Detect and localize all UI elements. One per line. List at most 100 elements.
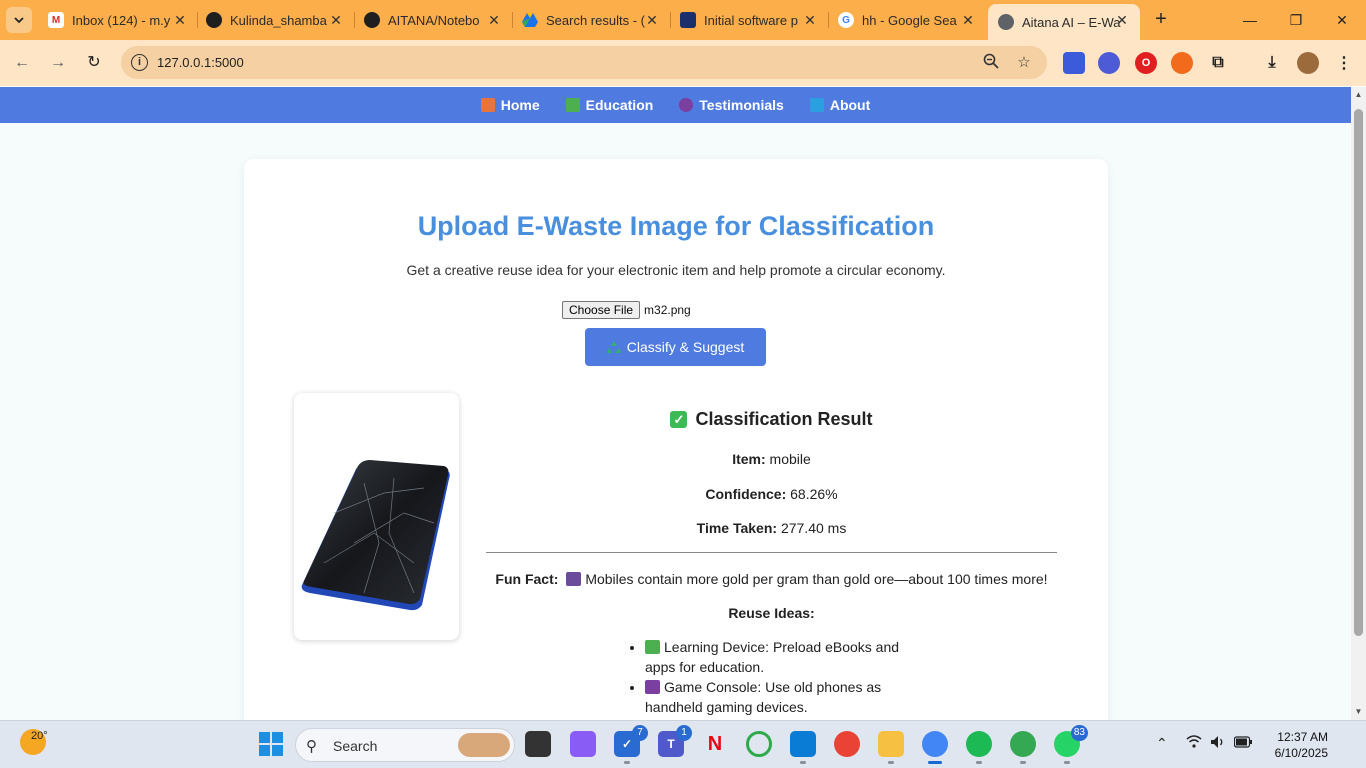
upload-card: Upload E-Waste Image for Classification … <box>244 159 1108 759</box>
result-time-taken: Time Taken: 277.40 ms <box>696 520 847 536</box>
screen-capture-extension-icon[interactable] <box>1063 52 1085 74</box>
result-item: Item: mobile <box>732 451 811 467</box>
close-tab-icon[interactable]: ✕ <box>1114 12 1130 28</box>
divider <box>486 552 1057 553</box>
system-clock[interactable]: 12:37 AM 6/10/2025 <box>1262 729 1328 761</box>
classify-button[interactable]: Classify & Suggest <box>585 328 766 366</box>
taskbar-search[interactable]: ⚲ Search <box>295 728 515 762</box>
chevron-up-icon[interactable]: ⌃ <box>1156 735 1168 752</box>
spotify-icon[interactable] <box>966 731 992 757</box>
file-input[interactable]: Choose File m32.png <box>562 301 691 319</box>
forward-arrow-icon[interactable]: → <box>46 51 70 75</box>
nav-about[interactable]: About <box>809 97 870 113</box>
windows-taskbar: 20° ⚲ Search ✓ 7 T1 N 83 ⌃ 12:37 AM 6/10/… <box>0 720 1366 768</box>
chevron-down-icon <box>14 17 24 24</box>
nav-testimonials[interactable]: Testimonials <box>679 97 784 113</box>
page-scrollbar[interactable]: ▲ ▼ <box>1351 87 1366 720</box>
back-arrow-icon[interactable]: ← <box>10 51 34 75</box>
windows-start-icon[interactable] <box>258 731 284 757</box>
todo-icon[interactable]: ✓ 7 <box>614 725 648 757</box>
browser-tab-gmail[interactable]: M Inbox (124) - m.y ✕ <box>38 4 198 36</box>
result-confidence: Confidence: 68.26% <box>705 486 838 502</box>
close-tab-icon[interactable]: ✕ <box>960 12 976 28</box>
chrome-icon[interactable] <box>834 731 860 757</box>
battery-icon[interactable] <box>1233 735 1252 751</box>
url-text[interactable]: 127.0.0.1:5000 <box>157 55 244 70</box>
netflix-icon[interactable]: N <box>702 731 728 757</box>
download-icon[interactable]: ⤓ <box>1261 52 1283 74</box>
scroll-up-icon[interactable]: ▲ <box>1354 90 1363 99</box>
gmail-icon: M <box>48 12 64 28</box>
speech-icon <box>679 98 694 112</box>
browser-tab-initial-software[interactable]: Initial software p ✕ <box>670 4 828 36</box>
fun-fact: Fun Fact: Mobiles contain more gold per … <box>495 571 1048 587</box>
google-icon: G <box>838 12 854 28</box>
browser-tab-aitana-active[interactable]: Aitana AI – E-Wa ✕ <box>988 4 1140 40</box>
search-icon: ⚲ <box>306 738 317 755</box>
extension-icon[interactable] <box>1098 52 1120 74</box>
browser-tab-strip: M Inbox (124) - m.y ✕ Kulinda_shamba ✕ A… <box>0 0 1366 40</box>
whatsapp-icon[interactable]: 83 <box>1054 725 1088 757</box>
zoom-icon[interactable] <box>981 53 1001 73</box>
menu-kebab-icon[interactable]: ⋮ <box>1333 52 1355 74</box>
chrome-profile-2-icon[interactable] <box>1010 731 1036 757</box>
close-tab-icon[interactable]: ✕ <box>486 12 502 28</box>
profile-avatar[interactable] <box>1297 52 1319 74</box>
list-item: Game Console: Use old phones as handheld… <box>645 677 917 717</box>
browser-tab-github-2[interactable]: AITANA/Notebo ✕ <box>354 4 512 36</box>
reuse-ideas-list: Learning Device: Preload eBooks and apps… <box>627 637 917 717</box>
check-mark-icon: ✓ <box>670 410 688 428</box>
sync-app-icon[interactable] <box>746 731 772 757</box>
volume-icon[interactable] <box>1210 735 1226 752</box>
close-tab-icon[interactable]: ✕ <box>328 12 344 28</box>
close-tab-icon[interactable]: ✕ <box>644 12 660 28</box>
search-highlight-image <box>458 733 510 757</box>
site-info-icon[interactable]: i <box>131 54 148 71</box>
teams-icon[interactable]: T1 <box>658 725 692 757</box>
phone-emoji-icon <box>566 572 582 586</box>
broken-phone-image <box>301 460 450 611</box>
browser-tab-drive[interactable]: Search results - ( ✕ <box>512 4 670 36</box>
scrollbar-thumb[interactable] <box>1354 109 1363 636</box>
document-icon <box>680 12 696 28</box>
file-explorer-icon[interactable] <box>878 731 904 757</box>
puzzle-extensions-icon[interactable]: ⧉ <box>1207 52 1229 74</box>
house-icon <box>480 98 495 112</box>
wifi-icon[interactable] <box>1186 735 1202 751</box>
adblock-extension-icon[interactable]: O <box>1135 52 1157 74</box>
minimize-icon[interactable]: — <box>1238 8 1262 32</box>
result-heading: ✓ Classification Result <box>486 407 1057 431</box>
book-icon <box>809 98 824 112</box>
recycle-icon <box>606 341 621 353</box>
copilot-icon[interactable] <box>570 731 596 757</box>
browser-tab-google-search[interactable]: G hh - Google Sea ✕ <box>828 4 986 36</box>
uploaded-image <box>294 393 459 640</box>
address-bar[interactable]: i 127.0.0.1:5000 ☆ <box>121 46 1047 79</box>
google-drive-icon <box>522 12 538 28</box>
task-view-icon[interactable] <box>525 731 551 757</box>
tab-search-button[interactable] <box>6 7 32 33</box>
nav-home[interactable]: Home <box>480 97 540 113</box>
chrome-profile-icon[interactable] <box>922 731 948 757</box>
close-tab-icon[interactable]: ✕ <box>802 12 818 28</box>
reload-icon[interactable]: ↻ <box>82 51 106 75</box>
new-tab-button[interactable]: + <box>1150 9 1172 31</box>
reuse-ideas-heading: Reuse Ideas: <box>728 605 815 621</box>
close-window-icon[interactable]: ✕ <box>1330 8 1354 32</box>
restore-icon[interactable]: ❐ <box>1284 8 1308 32</box>
nav-education[interactable]: Education <box>565 97 653 113</box>
books-icon <box>645 640 660 654</box>
bookmark-star-icon[interactable]: ☆ <box>1014 53 1034 73</box>
vscode-icon[interactable] <box>790 731 816 757</box>
list-item: Learning Device: Preload eBooks and apps… <box>645 637 917 677</box>
browser-tab-github-1[interactable]: Kulinda_shamba ✕ <box>196 4 354 36</box>
scroll-down-icon[interactable]: ▼ <box>1354 707 1363 716</box>
globe-icon <box>998 14 1014 30</box>
game-controller-icon <box>645 680 660 694</box>
github-icon <box>206 12 222 28</box>
github-icon <box>364 12 380 28</box>
browser-toolbar: ← → ↻ i 127.0.0.1:5000 ☆ O ⧉ ⤓ ⋮ <box>0 40 1366 86</box>
close-tab-icon[interactable]: ✕ <box>172 12 188 28</box>
fire-extension-icon[interactable] <box>1171 52 1193 74</box>
choose-file-button[interactable]: Choose File <box>562 301 641 319</box>
